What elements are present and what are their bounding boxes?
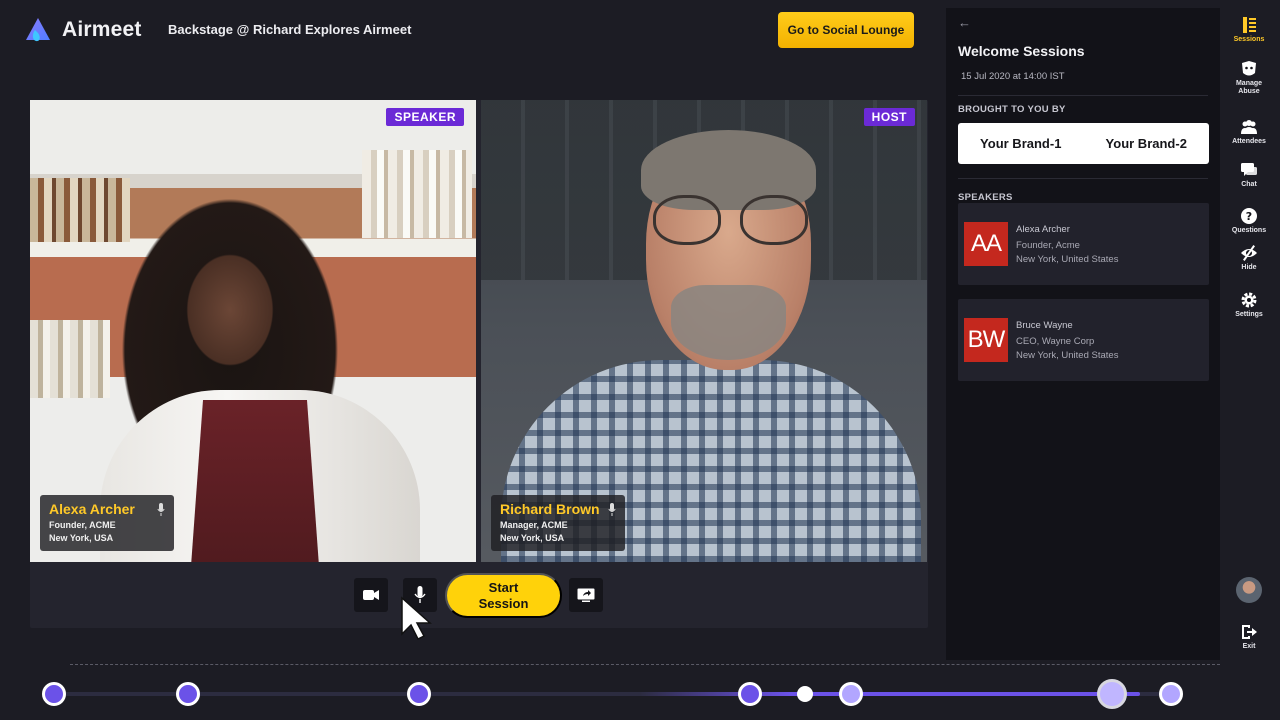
speakers-label: SPEAKERS bbox=[958, 192, 1013, 203]
rail-item-attendees[interactable]: Attendees bbox=[1226, 118, 1272, 146]
speaker-role: Founder, Acme bbox=[1016, 240, 1080, 251]
rail-label: Exit bbox=[1242, 643, 1256, 650]
speaker-role: CEO, Wayne Corp bbox=[1016, 336, 1095, 347]
app-name: Airmeet bbox=[62, 18, 142, 41]
participant-name: Richard Brown bbox=[500, 501, 600, 517]
speaker-location: New York, United States bbox=[1016, 254, 1119, 265]
rail-item-settings[interactable]: Settings bbox=[1226, 291, 1272, 319]
mic-icon bbox=[157, 503, 165, 516]
sponsor-brands: Your Brand-1 Your Brand-2 bbox=[958, 123, 1209, 164]
rail-label: Questions bbox=[1231, 227, 1267, 234]
attendees-icon bbox=[1241, 120, 1257, 134]
screen-share-button[interactable] bbox=[569, 578, 603, 612]
timeline-marker[interactable] bbox=[407, 682, 431, 706]
sponsors-label: BROUGHT TO YOU BY bbox=[958, 104, 1066, 115]
speaker-card[interactable]: AA Alexa Archer Founder, Acme New York, … bbox=[958, 203, 1209, 285]
speaker-location: New York, United States bbox=[1016, 350, 1119, 361]
event-title: Backstage @ Richard Explores Airmeet bbox=[168, 22, 412, 37]
timeline-marker[interactable] bbox=[738, 682, 762, 706]
backstage-stage: SPEAKER Alexa Archer Founder, ACME New Y… bbox=[30, 100, 928, 628]
session-title: Welcome Sessions bbox=[958, 43, 1085, 59]
rail-item-chat[interactable]: Chat bbox=[1226, 161, 1272, 189]
session-info-panel: ← Welcome Sessions 15 Jul 2020 at 14:00 … bbox=[946, 8, 1220, 660]
svg-text:?: ? bbox=[1246, 210, 1252, 223]
speaker-video bbox=[30, 100, 476, 562]
rail-label: Chat bbox=[1241, 181, 1257, 188]
sponsor-brand-1[interactable]: Your Brand-1 bbox=[980, 136, 1061, 151]
timeline-progress bbox=[640, 692, 1140, 696]
camera-toggle-button[interactable] bbox=[354, 578, 388, 612]
timeline-marker[interactable] bbox=[1159, 682, 1183, 706]
video-tile-host[interactable]: HOST Richard Brown Manager, ACME New Yor… bbox=[481, 100, 927, 562]
host-badge: HOST bbox=[863, 108, 915, 126]
back-arrow-icon[interactable]: ← bbox=[958, 15, 971, 30]
rail-item-sessions[interactable]: Sessions bbox=[1226, 16, 1272, 44]
screen-share-icon bbox=[577, 588, 595, 602]
rail-label: Manage Abuse bbox=[1235, 80, 1263, 95]
sponsor-brand-2[interactable]: Your Brand-2 bbox=[1106, 136, 1187, 151]
host-nameplate: Richard Brown Manager, ACME New York, US… bbox=[491, 495, 625, 551]
rail-item-manage-abuse[interactable]: Manage Abuse bbox=[1226, 60, 1272, 96]
timeline-marker[interactable] bbox=[42, 682, 66, 706]
speaker-name: Alexa Archer bbox=[1016, 224, 1070, 235]
rail-label: Sessions bbox=[1233, 36, 1265, 43]
rail-label: Settings bbox=[1235, 311, 1263, 318]
mic-icon bbox=[608, 503, 616, 516]
timeline-marker[interactable] bbox=[839, 682, 863, 706]
user-avatar[interactable] bbox=[1236, 577, 1262, 603]
speaker-avatar: AA bbox=[964, 222, 1008, 266]
participant-location: New York, USA bbox=[49, 533, 114, 543]
divider bbox=[958, 178, 1208, 179]
timeline-marker[interactable] bbox=[1097, 679, 1127, 709]
host-video bbox=[481, 100, 927, 562]
timeline-playhead[interactable] bbox=[797, 686, 813, 702]
app-logo[interactable]: Airmeet bbox=[24, 16, 142, 44]
participant-location: New York, USA bbox=[500, 533, 565, 543]
speaker-avatar: BW bbox=[964, 318, 1008, 362]
participant-role: Founder, ACME bbox=[49, 520, 116, 530]
gear-icon bbox=[1241, 292, 1257, 308]
rail-label: Attendees bbox=[1232, 138, 1266, 145]
chat-icon bbox=[1241, 163, 1257, 176]
video-tile-speaker[interactable]: SPEAKER Alexa Archer Founder, ACME New Y… bbox=[30, 100, 476, 562]
hide-eye-icon bbox=[1241, 245, 1257, 261]
social-lounge-button[interactable]: Go to Social Lounge bbox=[778, 12, 914, 48]
participant-name: Alexa Archer bbox=[49, 501, 135, 517]
speaker-name: Bruce Wayne bbox=[1016, 320, 1073, 331]
airmeet-logo-icon bbox=[26, 18, 50, 42]
sessions-icon bbox=[1243, 17, 1256, 33]
question-icon: ? bbox=[1241, 208, 1257, 224]
camera-icon bbox=[363, 590, 379, 600]
exit-icon bbox=[1242, 625, 1257, 639]
speaker-nameplate: Alexa Archer Founder, ACME New York, USA bbox=[40, 495, 174, 551]
speaker-badge: SPEAKER bbox=[386, 108, 464, 126]
rail-item-hide[interactable]: Hide bbox=[1226, 244, 1272, 272]
session-date: 15 Jul 2020 at 14:00 IST bbox=[961, 71, 1065, 82]
rail-label: Hide bbox=[1241, 264, 1257, 271]
exit-button[interactable]: Exit bbox=[1226, 623, 1272, 651]
timeline-divider bbox=[70, 664, 1220, 665]
rail-item-questions[interactable]: ? Questions bbox=[1226, 207, 1272, 235]
timeline-marker[interactable] bbox=[176, 682, 200, 706]
speaker-card[interactable]: BW Bruce Wayne CEO, Wayne Corp New York,… bbox=[958, 299, 1209, 381]
start-session-button[interactable]: Start Session bbox=[445, 573, 562, 618]
divider bbox=[958, 95, 1208, 96]
participant-role: Manager, ACME bbox=[500, 520, 568, 530]
right-nav-rail: Sessions Manage Abuse Attendees Chat ? Q… bbox=[1226, 8, 1272, 660]
police-badge-icon bbox=[1242, 61, 1256, 76]
mouse-cursor-icon bbox=[401, 596, 432, 640]
